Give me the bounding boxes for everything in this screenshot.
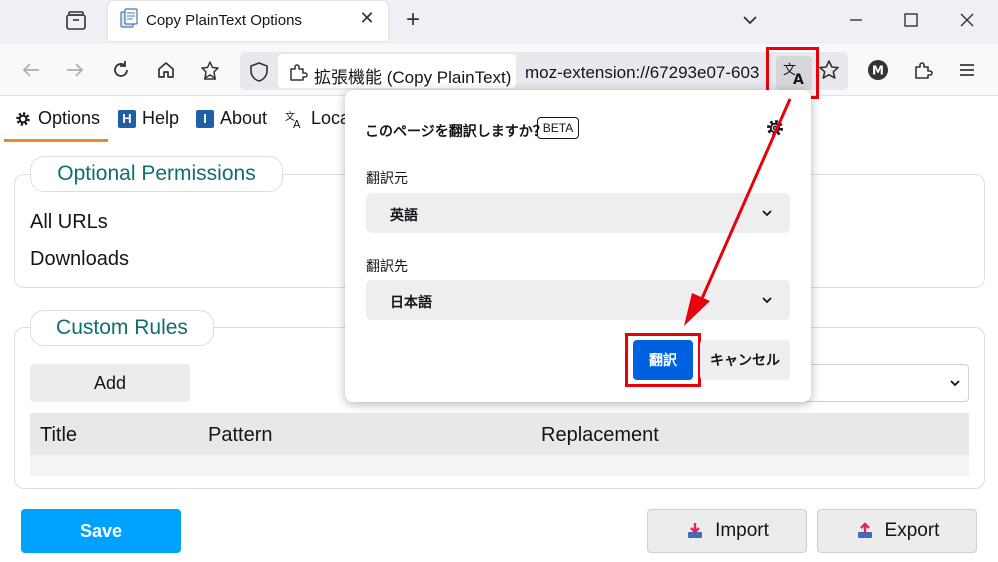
annotation-arrow — [684, 98, 792, 326]
